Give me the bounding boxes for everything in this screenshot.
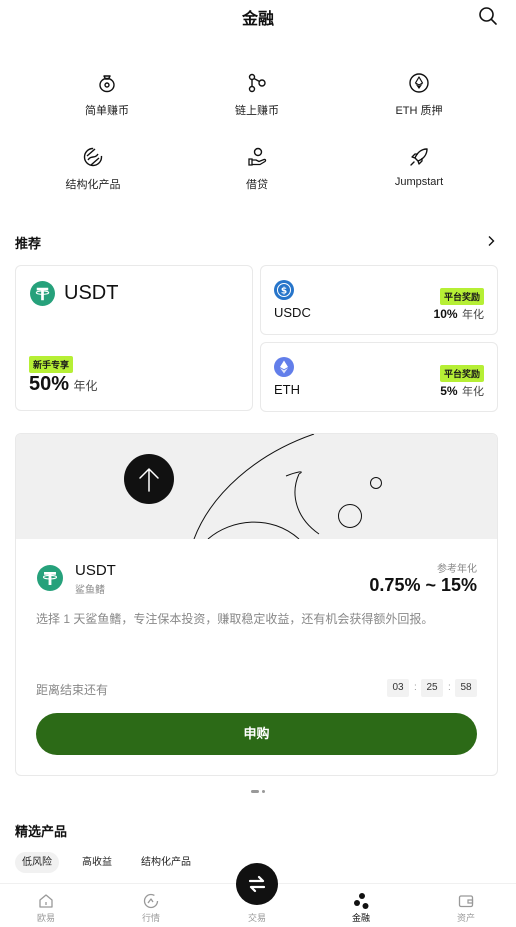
countdown-minutes: 25	[421, 679, 443, 697]
coin-name: ETH	[274, 382, 300, 397]
structured-icon	[83, 147, 103, 167]
wallet-icon	[458, 895, 474, 908]
product-subtitle: 鲨鱼鳍	[75, 585, 105, 596]
tab-home[interactable]: 欧易	[16, 892, 76, 924]
featured-product-card[interactable]: USDT 鲨鱼鳍 参考年化 0.75% ~ 15% 选择 1 天鲨鱼鳍，专注保本…	[15, 433, 498, 776]
entry-label: 结构化产品	[65, 179, 121, 191]
recommend-title: 推荐	[15, 236, 42, 251]
trade-fab-button[interactable]	[236, 863, 278, 905]
nodes-icon	[248, 73, 266, 93]
tab-label: 金融	[351, 913, 370, 923]
page-title: 金融	[241, 11, 274, 28]
finance-icon	[354, 893, 369, 909]
apy-value: 10%	[433, 307, 458, 321]
carousel-dot[interactable]	[262, 790, 265, 793]
money-bag-icon	[99, 75, 115, 93]
tab-label: 欧易	[36, 913, 55, 923]
countdown-hours: 03	[387, 679, 409, 697]
eth-coin-icon	[274, 357, 294, 377]
tab-label: 交易	[247, 913, 266, 923]
recommend-card-eth[interactable]: ETH 平台奖励 5% 年化	[260, 342, 498, 412]
entry-eth-staking[interactable]: ETH 质押	[349, 72, 489, 118]
apy-label: 参考年化	[437, 564, 477, 575]
filter-structured-products[interactable]: 结构化产品	[134, 852, 198, 873]
usdc-coin-icon: $	[274, 280, 294, 300]
ethereum-icon	[409, 73, 429, 93]
coin-name: USDT	[64, 282, 119, 304]
apy-unit: 年化	[462, 309, 484, 321]
promo-tag: 平台奖励	[439, 288, 484, 305]
apy-value: 5%	[440, 384, 458, 398]
tab-finance[interactable]: 金融	[331, 892, 391, 924]
entry-label: 简单赚币	[85, 105, 129, 117]
coin-name: USDC	[274, 305, 311, 320]
home-icon	[39, 894, 53, 908]
entry-label: Jumpstart	[394, 176, 444, 188]
apy-value: 50%	[29, 373, 70, 395]
apy-unit: 年化	[73, 379, 98, 393]
entry-label: 借贷	[246, 179, 268, 191]
tab-assets[interactable]: 资产	[436, 892, 496, 924]
promo-tag: 新手专享	[29, 356, 74, 373]
recommend-card-usdt[interactable]: USDT 新手专享 50% 年化	[15, 265, 253, 411]
countdown-seconds: 58	[455, 679, 477, 697]
chevron-right-icon[interactable]	[486, 235, 496, 247]
coin-name: USDT	[75, 562, 116, 579]
entry-loan[interactable]: 借贷	[187, 146, 327, 192]
svg-text:$: $	[281, 287, 287, 297]
entry-structured-products[interactable]: 结构化产品	[23, 146, 163, 192]
markets-icon	[143, 893, 159, 909]
countdown-label: 距离结束还有	[36, 683, 109, 697]
entry-label: ETH 质押	[395, 105, 443, 117]
tab-label: 资产	[456, 913, 475, 923]
entry-onchain-earn[interactable]: 链上赚币	[187, 72, 327, 118]
apy-unit: 年化	[462, 386, 484, 398]
filter-low-risk[interactable]: 低风险	[15, 852, 59, 873]
usdt-coin-icon	[30, 281, 55, 306]
promo-tag: 平台奖励	[439, 365, 484, 382]
tab-markets[interactable]: 行情	[121, 892, 181, 924]
top-bar: 金融	[0, 0, 516, 32]
usdt-coin-icon	[37, 565, 63, 591]
featured-banner	[16, 434, 497, 539]
search-icon[interactable]	[478, 6, 498, 26]
subscribe-button[interactable]: 申购	[36, 713, 477, 755]
product-description: 选择 1 天鲨鱼鳍，专注保本投资，赚取稳定收益，还有机会获得额外回报。	[36, 612, 434, 626]
trade-swap-icon	[248, 875, 266, 893]
countdown-separator: :	[414, 682, 417, 693]
entry-simple-earn[interactable]: 简单赚币	[37, 72, 177, 118]
loan-hand-icon	[248, 147, 267, 166]
recommend-card-usdc[interactable]: $ USDC 平台奖励 10% 年化	[260, 265, 498, 335]
carousel-dot-active[interactable]	[251, 790, 259, 793]
selected-products-title: 精选产品	[15, 824, 68, 839]
tab-label: 行情	[141, 913, 160, 923]
shark-fin-illustration	[124, 434, 382, 539]
countdown-separator: :	[448, 682, 451, 693]
rocket-icon	[410, 148, 428, 166]
apy-range: 0.75% ~ 15%	[369, 575, 477, 595]
entry-label: 链上赚币	[235, 105, 279, 117]
filter-high-yield[interactable]: 高收益	[75, 852, 119, 873]
entry-jumpstart[interactable]: Jumpstart	[349, 146, 489, 188]
